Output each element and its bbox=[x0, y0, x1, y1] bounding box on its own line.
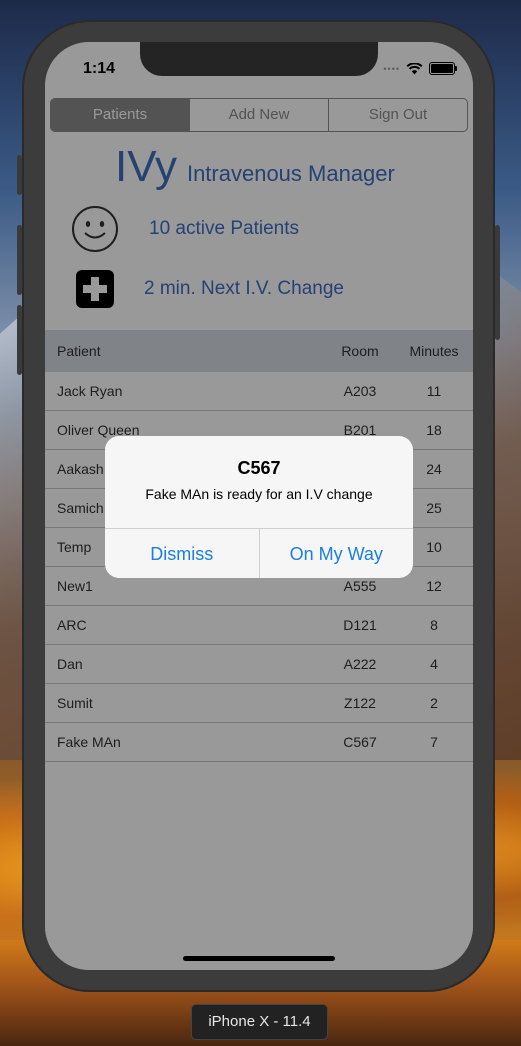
home-indicator[interactable] bbox=[183, 956, 335, 961]
mute-switch bbox=[17, 155, 22, 195]
volume-down-button bbox=[17, 305, 22, 375]
power-button bbox=[495, 225, 500, 340]
alert-message: Fake MAn is ready for an I.V change bbox=[145, 486, 373, 502]
dismiss-button[interactable]: Dismiss bbox=[105, 529, 260, 578]
alert-title: C567 bbox=[237, 458, 281, 478]
alert-actions: Dismiss On My Way bbox=[105, 528, 413, 578]
app-screen: 1:14 •••• Patients Add New Sign Out IVy … bbox=[45, 42, 473, 970]
iv-change-alert: C567 Fake MAn is ready for an I.V change… bbox=[105, 436, 413, 578]
on-my-way-button[interactable]: On My Way bbox=[260, 529, 414, 578]
volume-up-button bbox=[17, 225, 22, 295]
simulator-device-label: iPhone X - 11.4 bbox=[191, 1004, 328, 1040]
